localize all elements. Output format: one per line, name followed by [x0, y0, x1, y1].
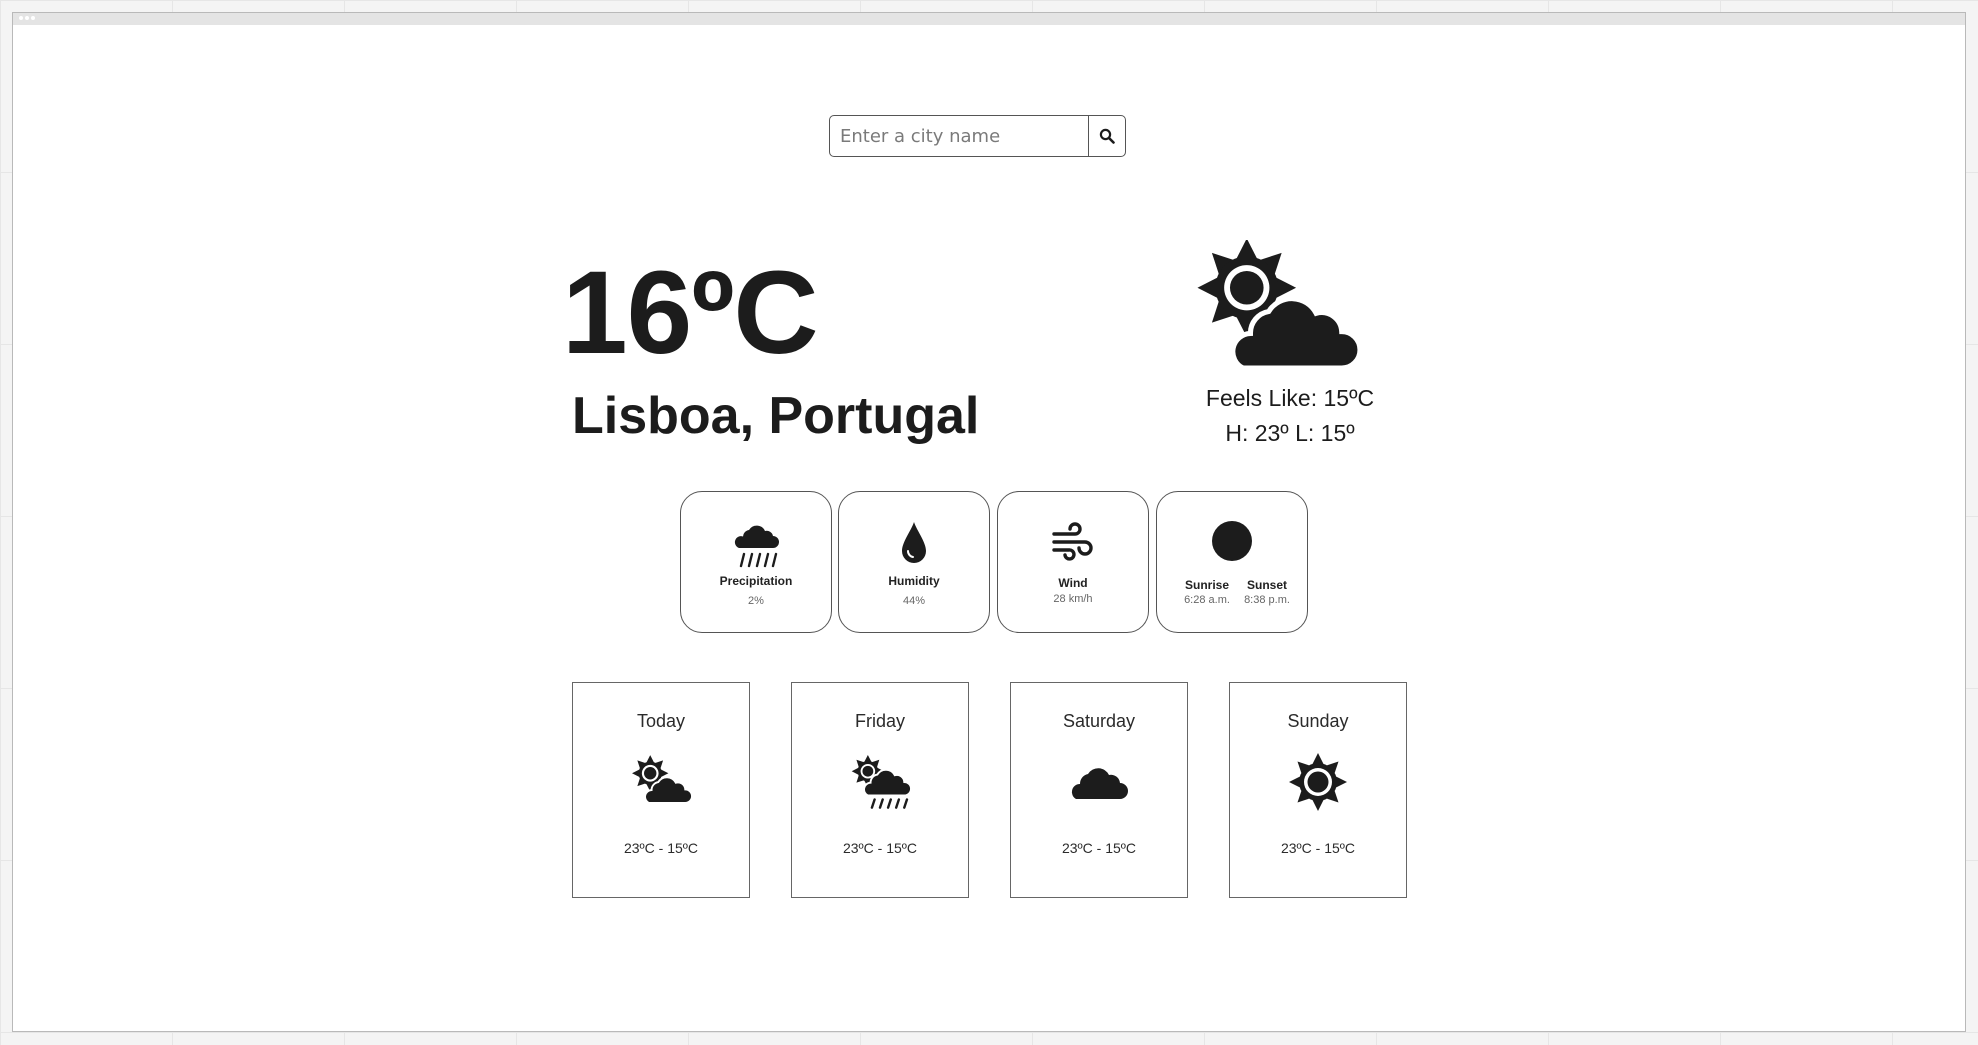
sunset-value: 8:38 p.m.	[1244, 594, 1290, 606]
precipitation-label: Precipitation	[719, 574, 793, 588]
search-bar	[829, 115, 1126, 157]
forecast-day: Today	[636, 711, 686, 731]
humidity-card: Humidity 44%	[838, 491, 990, 633]
forecast-range: 23ºC - 15ºC	[623, 840, 699, 856]
current-location: Lisboa, Portugal	[572, 387, 980, 445]
sun-circle-icon	[1212, 521, 1252, 561]
rain-cloud-icon	[734, 525, 779, 568]
sunset-block: Sunset 8:38 p.m.	[1237, 578, 1297, 606]
sun-times-card: Sunrise 6:28 a.m. Sunset 8:38 p.m.	[1156, 491, 1308, 633]
water-drop-icon	[902, 522, 926, 563]
forecast-range: 23ºC - 15ºC	[1280, 840, 1356, 856]
humidity-label: Humidity	[888, 574, 940, 588]
sun-icon	[1289, 753, 1347, 811]
high-low: H: 23º L: 15º	[1225, 420, 1355, 446]
search-icon	[1099, 128, 1115, 144]
wind-value: 28 km/h	[1053, 593, 1093, 605]
wind-card: Wind 28 km/h	[997, 491, 1149, 633]
wind-label: Wind	[1058, 576, 1088, 590]
humidity-value: 44%	[902, 595, 926, 607]
sunrise-value: 6:28 a.m.	[1184, 594, 1230, 606]
forecast-card-sunday: Sunday 23ºC - 15ºC	[1229, 682, 1407, 898]
wind-icon	[1052, 522, 1093, 561]
current-temperature: 16ºC	[562, 247, 819, 379]
forecast-card-friday: Friday 23ºC - 15ºC	[791, 682, 969, 898]
forecast-day: Friday	[854, 711, 905, 731]
feels-like: Feels Like: 15ºC	[1205, 385, 1375, 411]
sunrise-block: Sunrise 6:28 a.m.	[1177, 578, 1237, 606]
frame-title-bar	[13, 13, 1965, 25]
partly-cloudy-icon	[632, 755, 692, 804]
forecast-day: Saturday	[1062, 711, 1136, 731]
current-weather-icon	[1192, 238, 1363, 377]
city-search-input[interactable]	[830, 116, 1088, 156]
sunrise-label: Sunrise	[1184, 578, 1229, 592]
frame-dots-icon	[19, 16, 35, 20]
forecast-day: Sunday	[1287, 711, 1349, 731]
precipitation-card: Precipitation 2%	[680, 491, 832, 633]
forecast-range: 23ºC - 15ºC	[1061, 840, 1137, 856]
sunset-label: Sunset	[1246, 578, 1287, 592]
partly-cloudy-icon	[1197, 238, 1363, 371]
forecast-card-saturday: Saturday 23ºC - 15ºC	[1010, 682, 1188, 898]
sun-cloud-rain-icon	[851, 755, 911, 809]
forecast-range: 23ºC - 15ºC	[842, 840, 918, 856]
cloud-icon	[1071, 768, 1128, 799]
precipitation-value: 2%	[748, 595, 764, 607]
forecast-card-today: Today 23ºC - 15ºC	[572, 682, 750, 898]
search-button[interactable]	[1088, 116, 1125, 156]
